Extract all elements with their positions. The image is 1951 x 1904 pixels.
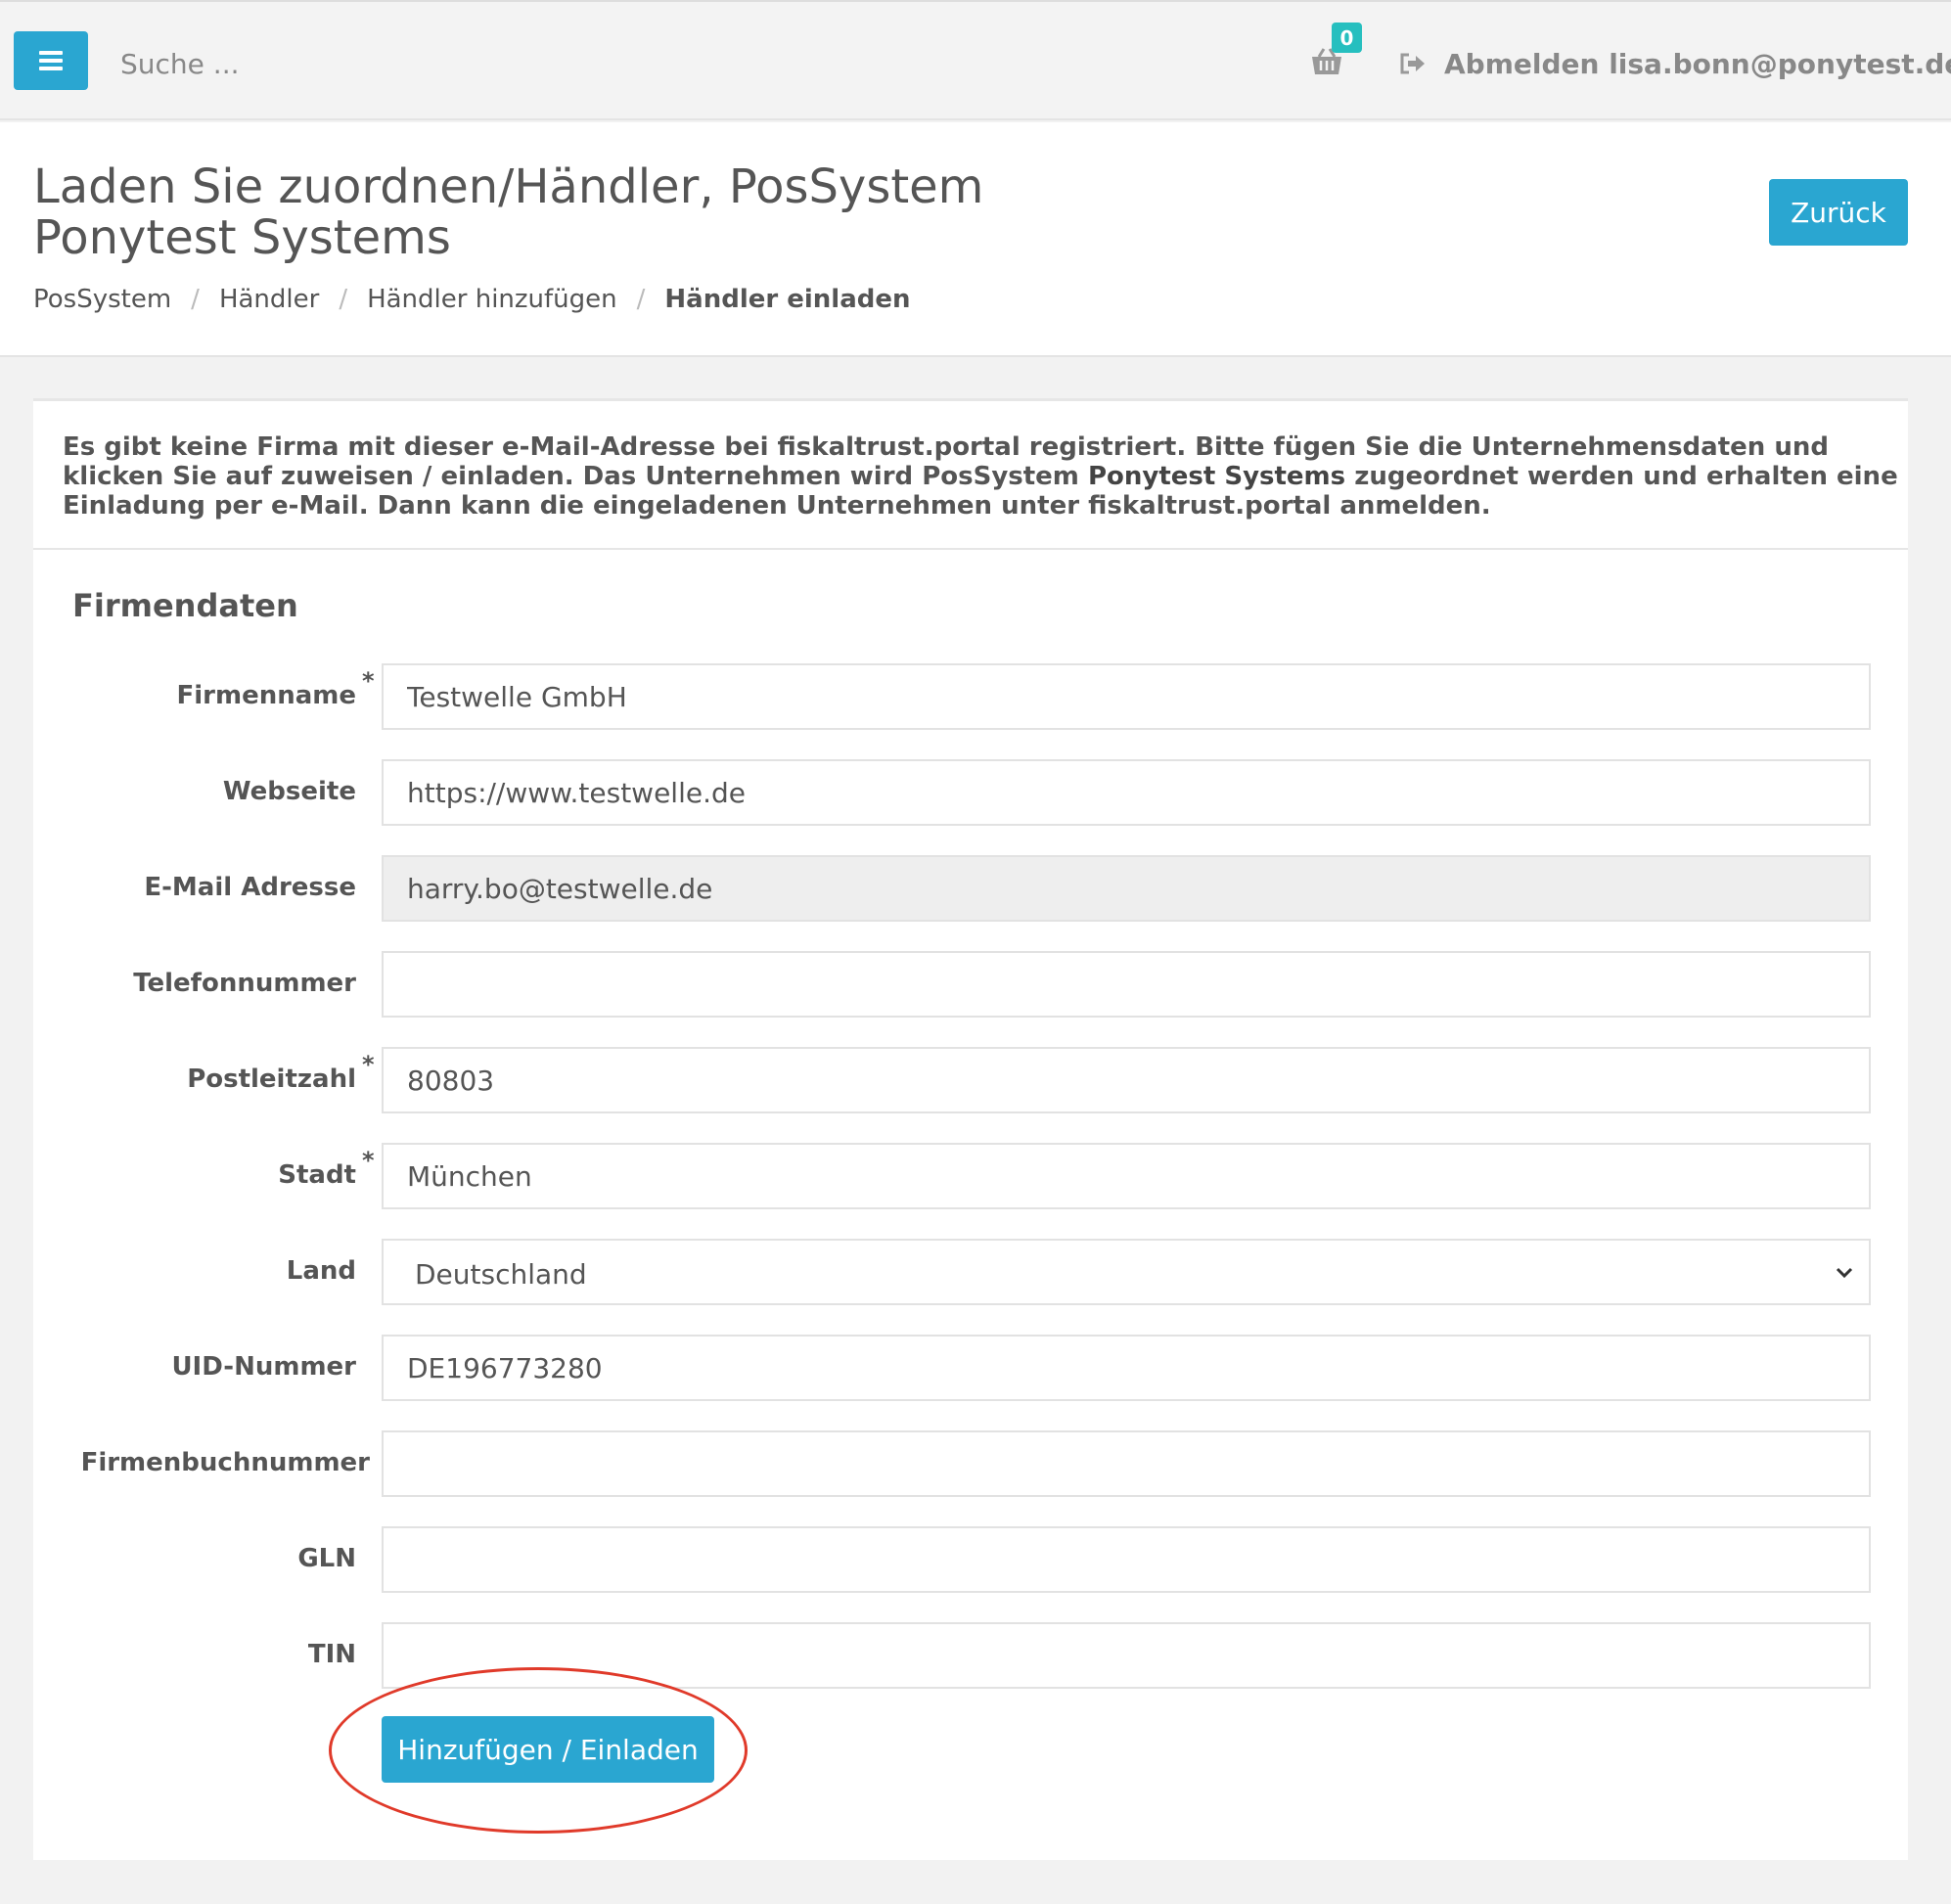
breadcrumb-item-possystem[interactable]: PosSystem [33,285,171,314]
land-label: Land [286,1256,356,1286]
telefon-input[interactable] [382,951,1871,1018]
stadt-input[interactable] [382,1143,1871,1209]
uid-input[interactable] [382,1335,1871,1401]
firmenname-label: Firmenname [176,681,356,710]
breadcrumb-item-haendler-hinzufuegen[interactable]: Händler hinzufügen [367,285,617,314]
logout-link[interactable]: Abmelden lisa.bonn@ponytest.de [1399,47,1951,80]
required-marker: * [362,667,375,695]
form-row-tin: TIN [33,1622,1908,1689]
form-row-uid: UID-Nummer [33,1335,1908,1401]
form-row-email: E-Mail Adresse [33,855,1908,922]
cart-count-badge: 0 [1332,23,1362,53]
form-row-firmenname: Firmenname * [33,663,1908,730]
uid-label: UID-Nummer [171,1352,356,1382]
required-marker: * [362,1051,375,1078]
breadcrumb-separator: / [339,285,348,314]
email-input [382,855,1871,922]
menu-toggle-button[interactable] [14,31,88,90]
form-row-land: Land Deutschland [33,1239,1908,1305]
firmenname-input[interactable] [382,663,1871,730]
breadcrumb: PosSystem / Händler / Händler hinzufügen… [33,285,911,314]
gln-input[interactable] [382,1526,1871,1593]
back-button[interactable]: Zurück [1769,179,1908,246]
breadcrumb-item-haendler[interactable]: Händler [219,285,319,314]
divider [33,548,1908,550]
plz-label: Postleitzahl [187,1065,356,1094]
form-row-stadt: Stadt * [33,1143,1908,1209]
sign-out-icon [1400,53,1425,74]
content-panel: Es gibt keine Firma mit dieser e-Mail-Ad… [33,398,1908,1860]
breadcrumb-item-current: Händler einladen [664,285,911,314]
land-select[interactable]: Deutschland [382,1239,1871,1305]
firmenbuch-input[interactable] [382,1430,1871,1497]
stadt-label: Stadt [278,1160,356,1190]
chevron-down-icon [1836,1267,1853,1279]
breadcrumb-separator: / [636,285,646,314]
webseite-input[interactable] [382,759,1871,826]
required-marker: * [362,1147,375,1174]
breadcrumb-separator: / [191,285,200,314]
info-notice: Es gibt keine Firma mit dieser e-Mail-Ad… [63,432,1902,521]
form-row-plz: Postleitzahl * [33,1047,1908,1113]
telefon-label: Telefonnummer [133,969,356,998]
land-select-value: Deutschland [415,1258,587,1291]
logout-text: Abmelden lisa.bonn@ponytest.de [1444,47,1951,80]
plz-input[interactable] [382,1047,1871,1113]
gln-label: GLN [297,1544,356,1573]
hamburger-icon [39,51,63,70]
highlight-annotation [329,1667,748,1834]
section-title: Firmendaten [72,587,298,624]
firmenbuch-label: Firmenbuchnummer [80,1448,370,1477]
notice-company-name: Ponytest Systems [1087,462,1346,491]
search-input[interactable] [120,46,610,81]
webseite-label: Webseite [222,777,356,806]
email-label: E-Mail Adresse [144,873,356,902]
form-row-gln: GLN [33,1526,1908,1593]
top-navbar: 0 Abmelden lisa.bonn@ponytest.de [0,0,1951,120]
form-row-firmenbuch: Firmenbuchnummer [33,1430,1908,1497]
tin-label: TIN [307,1640,356,1669]
page-title: Laden Sie zuordnen/Händler, PosSystem Po… [33,159,984,265]
form-row-webseite: Webseite [33,759,1908,826]
page-header: Laden Sie zuordnen/Händler, PosSystem Po… [0,122,1951,357]
form-row-telefon: Telefonnummer [33,951,1908,1018]
